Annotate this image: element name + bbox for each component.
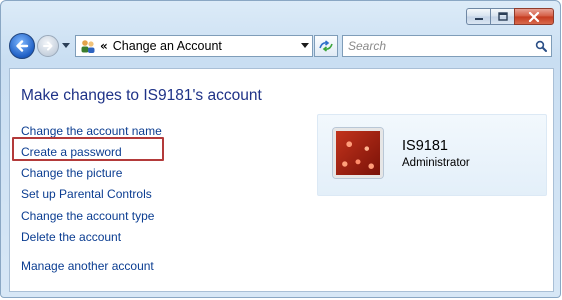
chevron-down-icon bbox=[301, 43, 309, 48]
minimize-icon bbox=[474, 17, 483, 20]
recent-pages-dropdown[interactable] bbox=[60, 36, 72, 56]
search-box[interactable]: Search bbox=[342, 35, 552, 57]
change-picture-link[interactable]: Change the picture bbox=[21, 166, 122, 180]
manage-another-account-link[interactable]: Manage another account bbox=[21, 259, 154, 273]
change-account-name-link[interactable]: Change the account name bbox=[21, 124, 162, 138]
search-placeholder: Search bbox=[348, 39, 387, 53]
close-button[interactable] bbox=[514, 8, 554, 25]
breadcrumb-overflow[interactable]: « bbox=[100, 39, 108, 53]
refresh-icon bbox=[319, 40, 333, 52]
user-accounts-icon bbox=[79, 38, 97, 54]
explorer-window: « Change an Account Search Make changes … bbox=[0, 0, 561, 298]
content-pane: Make changes to IS9181's account Change … bbox=[9, 68, 554, 292]
navigation-bar: « Change an Account Search bbox=[9, 32, 552, 60]
breadcrumb-current[interactable]: Change an Account bbox=[113, 39, 298, 53]
minimize-button[interactable] bbox=[466, 8, 490, 25]
address-bar[interactable]: « Change an Account bbox=[75, 35, 313, 57]
parental-controls-link[interactable]: Set up Parental Controls bbox=[21, 187, 152, 201]
forward-button[interactable] bbox=[37, 35, 59, 57]
refresh-button[interactable] bbox=[314, 35, 338, 57]
caption-buttons bbox=[466, 8, 554, 25]
account-role: Administrator bbox=[402, 157, 470, 169]
change-account-type-link[interactable]: Change the account type bbox=[21, 209, 154, 223]
back-button[interactable] bbox=[9, 33, 35, 59]
back-arrow-icon bbox=[16, 40, 29, 52]
page-title: Make changes to IS9181's account bbox=[21, 87, 262, 104]
delete-account-link[interactable]: Delete the account bbox=[21, 230, 121, 244]
maximize-button[interactable] bbox=[490, 8, 514, 25]
account-name: IS9181 bbox=[402, 138, 448, 154]
address-dropdown[interactable] bbox=[298, 43, 312, 49]
search-icon[interactable] bbox=[531, 40, 551, 52]
highlight-annotation bbox=[12, 137, 164, 161]
maximize-icon bbox=[497, 12, 508, 21]
account-card: IS9181 Administrator bbox=[317, 114, 547, 196]
forward-arrow-icon bbox=[43, 41, 53, 51]
avatar bbox=[333, 128, 383, 178]
close-icon bbox=[528, 11, 540, 22]
chevron-down-icon bbox=[62, 43, 70, 48]
